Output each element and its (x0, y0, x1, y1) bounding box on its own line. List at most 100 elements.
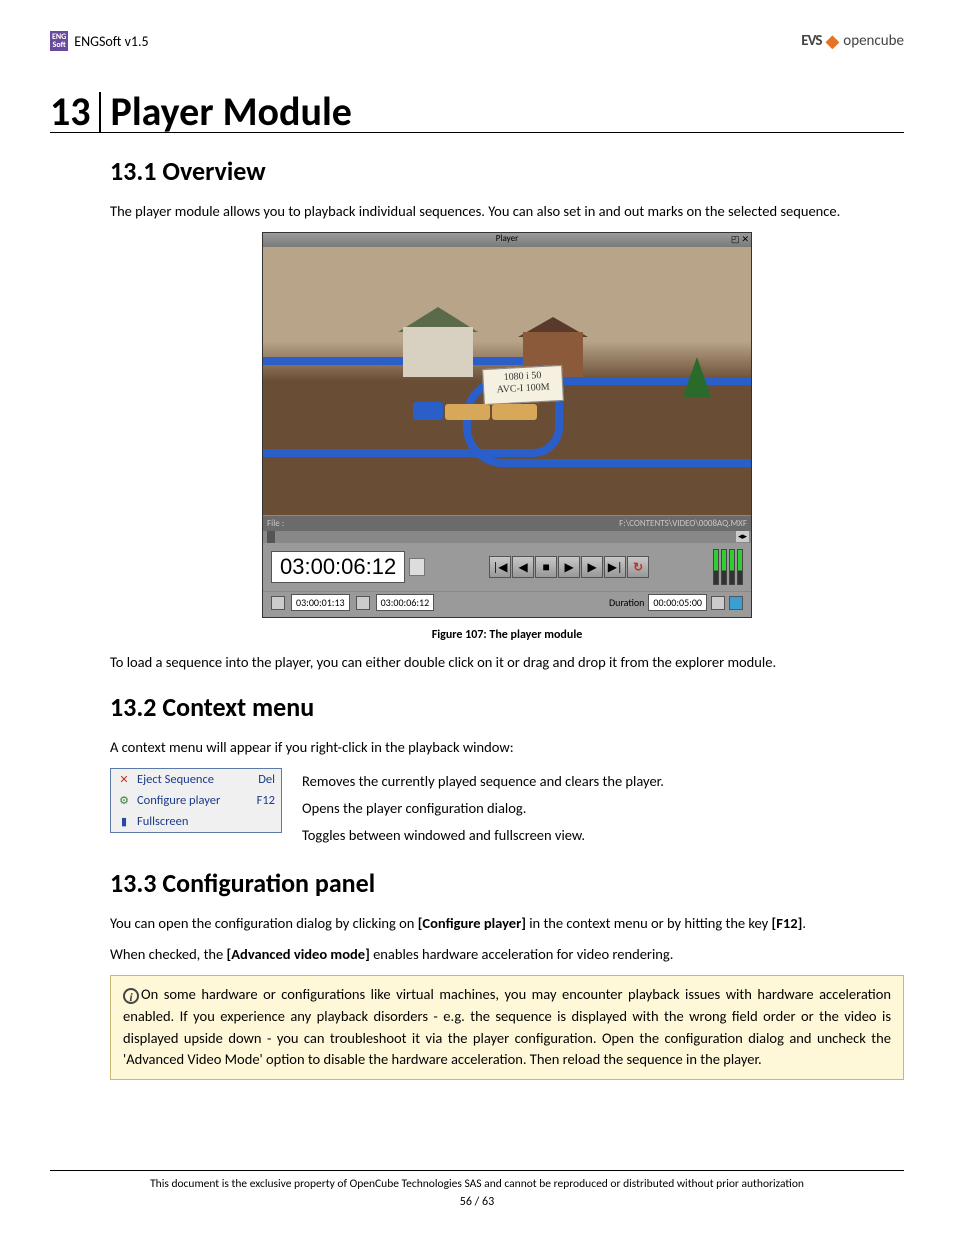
context-intro: A context menu will appear if you right-… (110, 737, 904, 758)
step-forward-button[interactable]: ▶ (581, 556, 603, 578)
opencube-logo: opencube (843, 32, 904, 50)
menu-label: Configure player (137, 793, 251, 808)
bold-ref: [Configure player] (418, 914, 526, 932)
play-button[interactable]: ▶ (558, 556, 580, 578)
fullscreen-icon: ▮ (117, 815, 131, 829)
in-out-bar: 03:00:01:13 03:00:06:12 Duration 00:00:0… (263, 591, 751, 617)
window-buttons-icon: ◰ ✕ (731, 234, 749, 245)
tree-icon (683, 357, 711, 397)
chapter-heading: 13 Player Module (50, 92, 904, 133)
goto-end-button[interactable]: ▶| (604, 556, 626, 578)
duration-label: Duration (609, 596, 644, 609)
figure-caption: Figure 107: The player module (110, 628, 904, 642)
audio-meters (713, 549, 743, 585)
menu-item-eject[interactable]: ✕ Eject Sequence Del (111, 769, 281, 790)
mark-out-icon[interactable] (356, 596, 370, 610)
evs-logo: EVS (801, 32, 821, 50)
step-back-button[interactable]: ◀ (512, 556, 534, 578)
product-logo-icon: ENG Soft (50, 31, 68, 51)
train-car-icon (492, 404, 537, 420)
section-title: 13.3 Configuration panel (110, 867, 904, 899)
duration-value: 00:00:05:00 (648, 594, 707, 611)
info-text: On some hardware or configurations like … (123, 985, 891, 1068)
config-paragraph-2: When checked, the [Advanced video mode] … (110, 944, 904, 965)
text: enables hardware acceleration for video … (370, 945, 674, 963)
timecode-mode-icon[interactable] (409, 558, 425, 576)
train-car-icon (445, 404, 490, 420)
section-overview: 13.1 Overview The player module allows y… (110, 155, 904, 673)
menu-shortcut: Del (258, 772, 275, 787)
locomotive-icon (413, 402, 443, 420)
seek-bar[interactable]: ◂▸ (263, 531, 751, 543)
page-footer: This document is the exclusive property … (50, 1170, 904, 1209)
info-icon: i (123, 988, 139, 1004)
section-title: 13.2 Context menu (110, 691, 904, 723)
meter-bar-icon (737, 549, 743, 585)
goto-start-button[interactable]: |◀ (489, 556, 511, 578)
page-header: ENG Soft ENGSoft v1.5 EVS ◆ opencube (50, 30, 904, 52)
file-path: F:\CONTENTS\VIDEO\0008AQ.MXF (619, 518, 747, 529)
loop-button[interactable]: ↻ (627, 556, 649, 578)
desc-eject: Removes the currently played sequence an… (302, 768, 664, 795)
load-paragraph: To load a sequence into the player, you … (110, 652, 904, 673)
context-menu-screenshot: ✕ Eject Sequence Del ⚙ Configure player … (110, 768, 282, 833)
player-window-title: Player (496, 233, 518, 244)
section-title: 13.1 Overview (110, 155, 904, 187)
desc-configure: Opens the player configuration dialog. (302, 795, 664, 822)
bold-ref: [Advanced video mode] (227, 945, 370, 963)
meter-bar-icon (721, 549, 727, 585)
section-config-panel: 13.3 Configuration panel You can open th… (110, 867, 904, 1080)
send-icon[interactable] (729, 596, 743, 610)
logo-line2: Soft (52, 41, 66, 49)
in-timecode: 03:00:01:13 (291, 594, 350, 611)
product-name: ENGSoft v1.5 (74, 33, 148, 50)
header-left: ENG Soft ENGSoft v1.5 (50, 31, 149, 51)
chapter-number: 13 (50, 92, 101, 132)
page-number: 56 / 63 (50, 1195, 904, 1209)
configure-icon: ⚙ (117, 794, 131, 808)
seek-handle-icon[interactable] (267, 531, 275, 543)
meter-bar-icon (713, 549, 719, 585)
footer-text: This document is the exclusive property … (50, 1177, 904, 1191)
text: You can open the configuration dialog by… (110, 914, 418, 932)
eject-icon: ✕ (117, 773, 131, 787)
menu-item-fullscreen[interactable]: ▮ Fullscreen (111, 811, 281, 832)
context-menu-descriptions: Removes the currently played sequence an… (302, 768, 664, 849)
text: When checked, the (110, 945, 227, 963)
mark-in-icon[interactable] (271, 596, 285, 610)
menu-shortcut: F12 (257, 793, 275, 808)
meter-bar-icon (729, 549, 735, 585)
menu-label: Eject Sequence (137, 772, 252, 787)
transport-buttons: |◀ ◀ ■ ▶ ▶ ▶| ↻ (489, 556, 649, 578)
bold-ref: [F12] (772, 914, 803, 932)
sign-line2: AVC-I 100M (487, 381, 560, 397)
out-timecode: 03:00:06:12 (376, 594, 435, 611)
file-path-bar: File : F:\CONTENTS\VIDEO\0008AQ.MXF (263, 515, 751, 531)
player-screenshot: Player ◰ ✕ 1080 i 50 AVC-I 100M (262, 232, 752, 618)
menu-label: Fullscreen (137, 814, 269, 829)
player-titlebar: Player ◰ ✕ (263, 233, 751, 247)
file-label: File : (267, 518, 284, 529)
train-icon (413, 402, 537, 420)
opencube-bullet-icon: ◆ (825, 30, 839, 52)
config-paragraph-1: You can open the configuration dialog by… (110, 913, 904, 934)
chapter-title: Player Module (111, 92, 352, 132)
text: in the context menu or by hitting the ke… (526, 914, 772, 932)
context-menu-row: ✕ Eject Sequence Del ⚙ Configure player … (110, 768, 904, 849)
player-figure: Player ◰ ✕ 1080 i 50 AVC-I 100M (110, 232, 904, 642)
info-callout: iOn some hardware or configurations like… (110, 975, 904, 1080)
format-sign: 1080 i 50 AVC-I 100M (482, 365, 564, 405)
house-icon (403, 327, 473, 377)
desc-fullscreen: Toggles between windowed and fullscreen … (302, 822, 664, 849)
text: . (802, 914, 806, 932)
section-context-menu: 13.2 Context menu A context menu will ap… (110, 691, 904, 849)
export-icon[interactable] (711, 596, 725, 610)
stop-button[interactable]: ■ (535, 556, 557, 578)
seek-arrows-icon[interactable]: ◂▸ (736, 531, 749, 542)
overview-paragraph: The player module allows you to playback… (110, 201, 904, 222)
header-right: EVS ◆ opencube (801, 30, 904, 52)
menu-item-configure[interactable]: ⚙ Configure player F12 (111, 790, 281, 811)
video-viewport: 1080 i 50 AVC-I 100M (263, 247, 751, 515)
transport-bar: 03:00:06:12 |◀ ◀ ■ ▶ ▶ ▶| ↻ (263, 543, 751, 591)
current-timecode: 03:00:06:12 (271, 551, 405, 583)
